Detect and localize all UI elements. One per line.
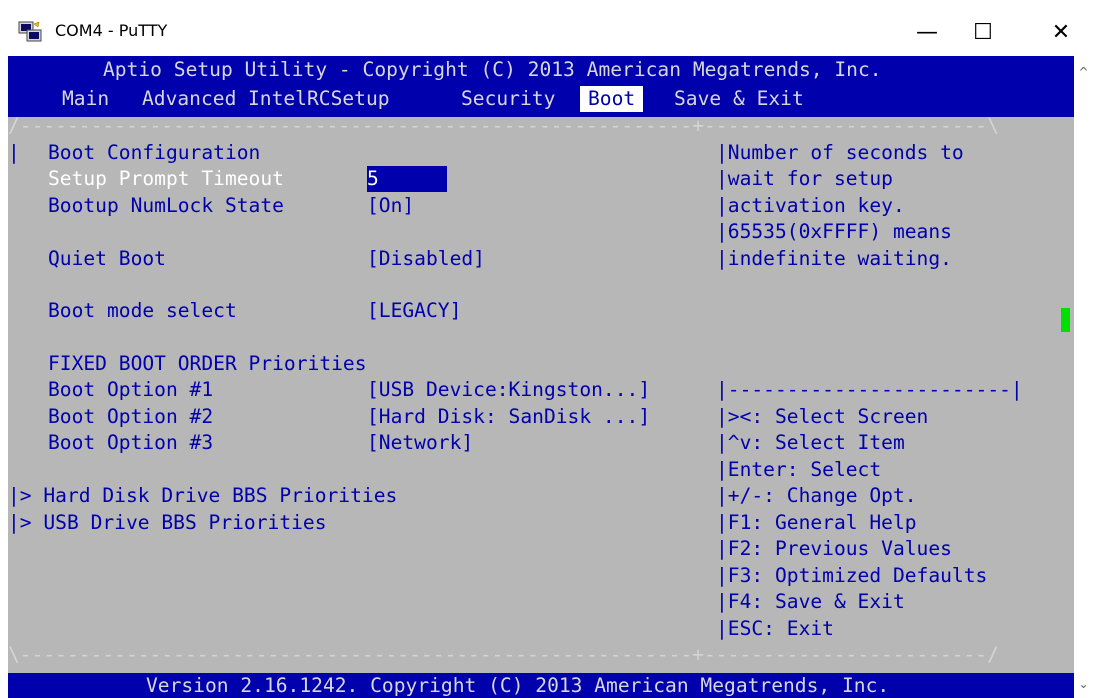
boot-option-3-label[interactable]: Boot Option #3 (48, 430, 213, 456)
help-key: +/-: Change Opt. (727, 484, 917, 507)
bios-header: Aptio Setup Utility - Copyright (C) 2013… (8, 56, 1074, 83)
help-description-1: |wait for setup (716, 167, 893, 190)
setup-prompt-timeout-label[interactable]: Setup Prompt Timeout (48, 166, 284, 192)
help-key: Enter: Select (727, 458, 882, 481)
help-text: wait for setup (727, 167, 893, 190)
boot-mode-label[interactable]: Boot mode select (48, 298, 237, 324)
key-help-select-item: |^v: Select Item (716, 431, 905, 454)
tab-intelrcsetup[interactable]: IntelRCSetup (248, 86, 390, 112)
tab-boot[interactable]: Boot (580, 86, 644, 112)
border-bottom: \---------------------------------------… (8, 643, 999, 666)
window-title: COM4 - PuTTY (55, 21, 168, 40)
tab-main[interactable]: Main (62, 86, 109, 112)
title-bar: COM4 - PuTTY — ☐ ✕ (0, 0, 1093, 56)
hard-disk-bbs-priorities[interactable]: |> Hard Disk Drive BBS Priorities (8, 483, 397, 509)
help-description-3: |65535(0xFFFF) means (716, 220, 952, 243)
bios-footer: Version 2.16.1242. Copyright (C) 2013 Am… (8, 673, 1074, 698)
boot-mode-value[interactable]: [LEGACY] (367, 298, 461, 324)
help-key: F3: Optimized Defaults (727, 564, 988, 587)
close-button[interactable]: ✕ (1038, 14, 1084, 50)
bios-title: Aptio Setup Utility - Copyright (C) 2013… (103, 58, 882, 81)
help-key: ><: Select Screen (727, 405, 929, 428)
boot-option-2-value[interactable]: [Hard Disk: SanDisk ...] (367, 404, 650, 430)
border-top: /---------------------------------------… (8, 114, 999, 137)
help-key: ^v: Select Item (727, 431, 905, 454)
help-key: F2: Previous Values (727, 537, 952, 560)
help-text: Number of seconds to (727, 141, 964, 164)
boot-option-2-label[interactable]: Boot Option #2 (48, 404, 213, 430)
help-key: F4: Save & Exit (727, 590, 905, 613)
usb-drive-bbs-priorities[interactable]: |> USB Drive BBS Priorities (8, 510, 327, 536)
key-help-esc: |ESC: Exit (716, 617, 834, 640)
hard-disk-bbs-label: > Hard Disk Drive BBS Priorities (19, 484, 398, 507)
putty-icon (18, 21, 44, 43)
usb-drive-bbs-label: > USB Drive BBS Priorities (19, 511, 327, 534)
help-text: indefinite waiting. (727, 247, 952, 270)
footer-copyright: Version 2.16.1242. Copyright (C) 2013 Am… (146, 674, 890, 697)
help-key: ESC: Exit (727, 617, 834, 640)
boot-option-1-value[interactable]: [USB Device:Kingston...] (367, 377, 650, 403)
maximize-button[interactable]: ☐ (960, 14, 1006, 50)
vertical-scrollbar[interactable]: ^ ⌄ (1074, 56, 1093, 698)
help-description-0: |Number of seconds to (716, 141, 964, 164)
fixed-boot-order-title: FIXED BOOT ORDER Priorities (48, 352, 367, 375)
maximize-icon: ☐ (973, 19, 993, 45)
key-help-enter: |Enter: Select (716, 458, 882, 481)
close-icon: ✕ (1051, 19, 1071, 45)
key-help-f4: |F4: Save & Exit (716, 590, 905, 613)
minimize-icon: — (916, 19, 938, 45)
tab-security[interactable]: Security (461, 86, 555, 112)
section-boot-configuration: Boot Configuration (48, 141, 261, 164)
scroll-marker (1061, 308, 1070, 332)
help-key: F1: General Help (727, 511, 917, 534)
key-help-f2: |F2: Previous Values (716, 537, 952, 560)
help-text: 65535(0xFFFF) means (727, 220, 952, 243)
key-help-f3: |F3: Optimized Defaults (716, 564, 988, 587)
terminal-screen[interactable]: Aptio Setup Utility - Copyright (C) 2013… (8, 56, 1074, 698)
tab-advanced[interactable]: Advanced (142, 86, 236, 112)
boot-option-3-value[interactable]: [Network] (367, 430, 473, 456)
bootup-numlock-label[interactable]: Bootup NumLock State (48, 193, 284, 219)
key-help-f1: |F1: General Help (716, 511, 917, 534)
bootup-numlock-value[interactable]: [On] (367, 193, 414, 219)
help-text: activation key. (727, 194, 905, 217)
chevron-down-icon[interactable]: ⌄ (1076, 676, 1091, 692)
boot-option-1-label[interactable]: Boot Option #1 (48, 377, 213, 403)
help-description-4: |indefinite waiting. (716, 247, 952, 270)
key-help-select-screen: |><: Select Screen (716, 405, 929, 428)
quiet-boot-label[interactable]: Quiet Boot (48, 246, 166, 272)
quiet-boot-value[interactable]: [Disabled] (367, 246, 485, 272)
bios-tabs: Main Advanced IntelRCSetup Security Boot… (8, 83, 1074, 117)
key-help-change: |+/-: Change Opt. (716, 484, 917, 507)
chevron-up-icon[interactable]: ^ (1076, 64, 1091, 80)
help-separator: |------------------------| (716, 378, 1023, 401)
left-pipe: | (8, 141, 20, 164)
help-description-2: |activation key. (716, 194, 905, 217)
tab-save-exit[interactable]: Save & Exit (674, 86, 804, 112)
setup-prompt-timeout-input[interactable]: 5 (367, 166, 447, 192)
minimize-button[interactable]: — (904, 14, 950, 50)
